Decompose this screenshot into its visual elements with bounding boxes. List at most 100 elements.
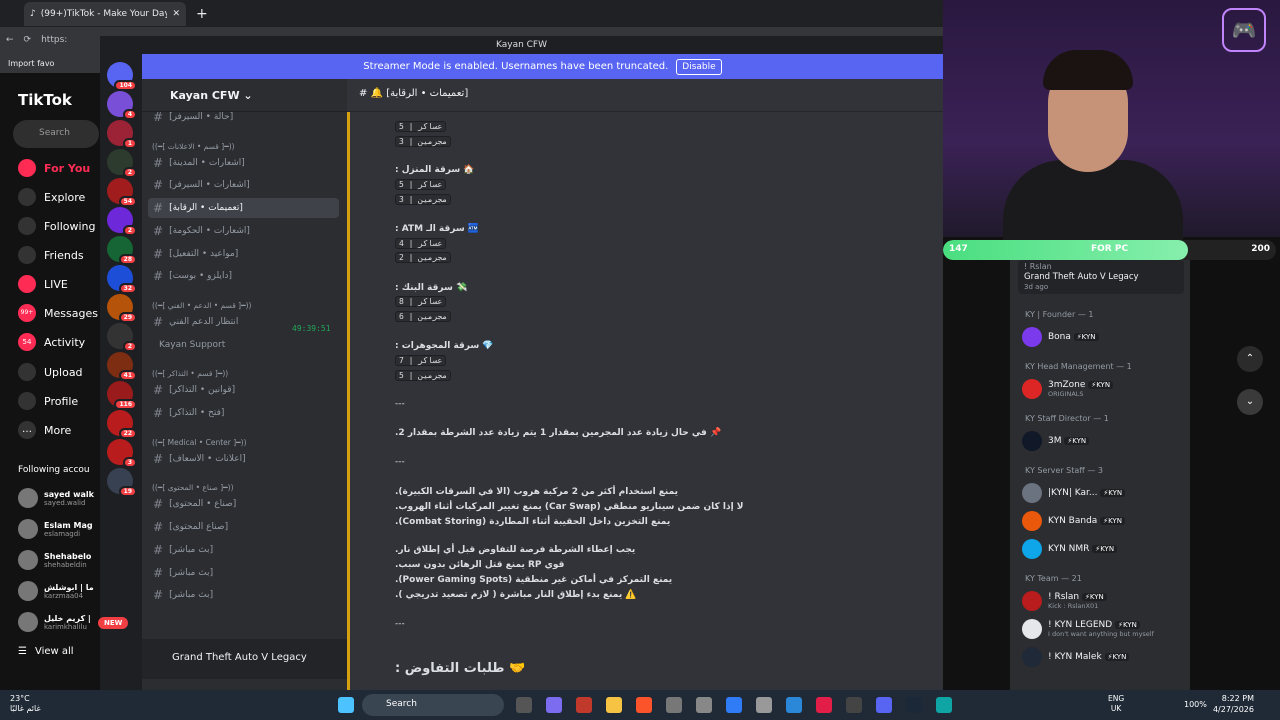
member-item[interactable]: ! KYN Malek ⚡KYN: [1022, 644, 1184, 670]
member-item[interactable]: 3mZone ⚡KYN ORIGINALS: [1022, 376, 1184, 402]
language-indicator[interactable]: ENG UK: [1108, 694, 1124, 714]
file-explorer-icon[interactable]: [606, 697, 622, 713]
server-icon[interactable]: 104: [107, 62, 137, 91]
channel-category[interactable]: ((━[ Medical • Center ]━)): [152, 438, 247, 447]
channel-item[interactable]: Kayan Support: [148, 335, 339, 355]
start-icon[interactable]: [338, 697, 354, 713]
weather-widget[interactable]: 23°C غائم غالبًا: [10, 694, 41, 714]
brave-icon[interactable]: [636, 697, 652, 713]
tiktok-logo[interactable]: TikTok: [18, 91, 72, 109]
discord-icon[interactable]: [876, 697, 892, 713]
browser-tab[interactable]: ♪ (99+)TikTok - Make Your Day ✕: [24, 1, 186, 26]
scroll-down-button[interactable]: ⌄: [1237, 389, 1263, 415]
steam-icon[interactable]: [906, 697, 922, 713]
nav-more[interactable]: … More: [18, 421, 71, 439]
shirt: [1003, 160, 1183, 240]
nav-explore[interactable]: Explore: [18, 188, 85, 206]
copilot-icon[interactable]: [546, 697, 562, 713]
channel-item[interactable]: # [اشعارات • الحكومة]: [148, 221, 339, 241]
nav-profile[interactable]: Profile: [18, 392, 78, 410]
channel-item[interactable]: # [بث مباشر]: [148, 540, 339, 560]
app-icon[interactable]: [576, 697, 592, 713]
task-view-icon[interactable]: [516, 697, 532, 713]
followed-account[interactable]: ما | ابوشلش karzmaa04: [18, 581, 94, 601]
server-icon[interactable]: 2: [107, 207, 137, 236]
clock[interactable]: 8:22 PM 4/27/2026: [1213, 693, 1254, 715]
now-playing[interactable]: Grand Theft Auto V Legacy: [142, 639, 347, 679]
server-icon[interactable]: 1: [107, 120, 137, 149]
channel-item[interactable]: # [اشعارات • السيرفر]: [148, 175, 339, 195]
channel-item[interactable]: # [بث مباشر]: [148, 585, 339, 605]
channel-category[interactable]: ((━[ قسم • التذاكر ]━)): [152, 369, 228, 378]
channel-item[interactable]: # [قوانين • التذاكر]: [148, 380, 339, 400]
member-item[interactable]: 3M ⚡KYN: [1022, 428, 1184, 454]
reload-icon[interactable]: ⟳: [24, 35, 32, 45]
taskbar-search[interactable]: Search: [362, 694, 504, 716]
edge-icon[interactable]: [936, 697, 952, 713]
server-icon[interactable]: 4: [107, 91, 137, 120]
bookmark-item[interactable]: Import favo: [8, 59, 54, 68]
member-item[interactable]: |KYN| Kar... ⚡KYN: [1022, 480, 1184, 506]
channel-item[interactable]: # [دايلزو • بوست]: [148, 266, 339, 286]
channel-item[interactable]: # [تعميمات • الرقابة]: [148, 198, 339, 219]
app-icon[interactable]: [816, 697, 832, 713]
server-badge: 2: [122, 341, 137, 352]
nav-friends[interactable]: Friends: [18, 246, 84, 264]
server-icon[interactable]: 2: [107, 323, 137, 352]
scroll-up-button[interactable]: ⌃: [1237, 346, 1263, 372]
server-icon[interactable]: 3: [107, 439, 137, 468]
app-icon[interactable]: [696, 697, 712, 713]
channel-category[interactable]: ((━[ صناع • المحتوى ]━)): [152, 483, 234, 492]
nav-following[interactable]: Following: [18, 217, 96, 235]
back-icon[interactable]: ←: [6, 35, 14, 45]
app-icon[interactable]: [756, 697, 772, 713]
channel-item[interactable]: # [اشعارات • المدينة]: [148, 153, 339, 173]
member-item[interactable]: ! Rslan ⚡KYN Kick : RslanX01: [1022, 588, 1184, 614]
channel-category[interactable]: ((━[ قسم • الاعلانات ]━)): [152, 142, 235, 151]
channel-item[interactable]: # [اعلانات • الاسعاف]: [148, 449, 339, 469]
server-icon[interactable]: 54: [107, 178, 137, 207]
channel-item[interactable]: # [فتح • التذاكر]: [148, 403, 339, 423]
view-all-link[interactable]: ☰ View all: [18, 646, 74, 657]
channel-item[interactable]: # [صناع المحتوى]: [148, 517, 339, 537]
nav-live[interactable]: LIVE: [18, 275, 68, 293]
nav-for-you[interactable]: For You: [18, 159, 90, 177]
app-icon[interactable]: [726, 697, 742, 713]
followed-account[interactable]: Shehabelo shehabeldin: [18, 550, 91, 570]
server-icon[interactable]: 116: [107, 381, 137, 410]
server-icon[interactable]: 19: [107, 468, 137, 497]
followed-account[interactable]: Eslam Mag eslamagdi: [18, 519, 93, 539]
server-icon[interactable]: 32: [107, 265, 137, 294]
channel-category[interactable]: ((━[ قسم • الدعم • الفني ]━)): [152, 301, 251, 310]
tiktok-search[interactable]: Search: [13, 120, 99, 148]
channel-item[interactable]: # [مواعيد • التفعيل]: [148, 244, 339, 264]
new-tab-icon[interactable]: +: [196, 6, 208, 22]
channel-item[interactable]: # [بث مباشر]: [148, 563, 339, 583]
followed-account[interactable]: كريم خليل | karimkhalilu: [18, 612, 91, 632]
url-field[interactable]: https:: [41, 35, 67, 45]
server-icon[interactable]: 2: [107, 149, 137, 178]
member-item[interactable]: KYN NMR ⚡KYN: [1022, 536, 1184, 562]
member-item[interactable]: ! KYN LEGEND ⚡KYN I don't want anything b…: [1022, 616, 1184, 642]
nav-upload[interactable]: Upload: [18, 363, 83, 381]
nav-activity[interactable]: 54 Activity: [18, 333, 85, 351]
close-tab-icon[interactable]: ✕: [172, 9, 180, 19]
member-name: 3M: [1048, 436, 1065, 446]
app-icon[interactable]: [846, 697, 862, 713]
nav-messages[interactable]: 99+ Messages: [18, 304, 98, 322]
server-icon[interactable]: 29: [107, 294, 137, 323]
channel-item[interactable]: # [صناع • المحتوى]: [148, 494, 339, 514]
followed-account[interactable]: sayed walk sayed.walid: [18, 488, 94, 508]
battery-level[interactable]: 100%: [1184, 700, 1207, 709]
member-item[interactable]: KYN Banda ⚡KYN: [1022, 508, 1184, 534]
disable-button[interactable]: Disable: [676, 58, 722, 75]
role-header: KY Head Management — 1: [1025, 362, 1132, 371]
vscode-icon[interactable]: [786, 697, 802, 713]
member-item[interactable]: Bona ⚡KYN: [1022, 324, 1184, 350]
activity-card[interactable]: ! Rslan Grand Theft Auto V Legacy 3d ago: [1018, 260, 1184, 294]
channel-item[interactable]: # [حالة • السيرفر]: [148, 107, 339, 127]
server-icon[interactable]: 28: [107, 236, 137, 265]
server-icon[interactable]: 22: [107, 410, 137, 439]
server-icon[interactable]: 41: [107, 352, 137, 381]
app-icon[interactable]: [666, 697, 682, 713]
